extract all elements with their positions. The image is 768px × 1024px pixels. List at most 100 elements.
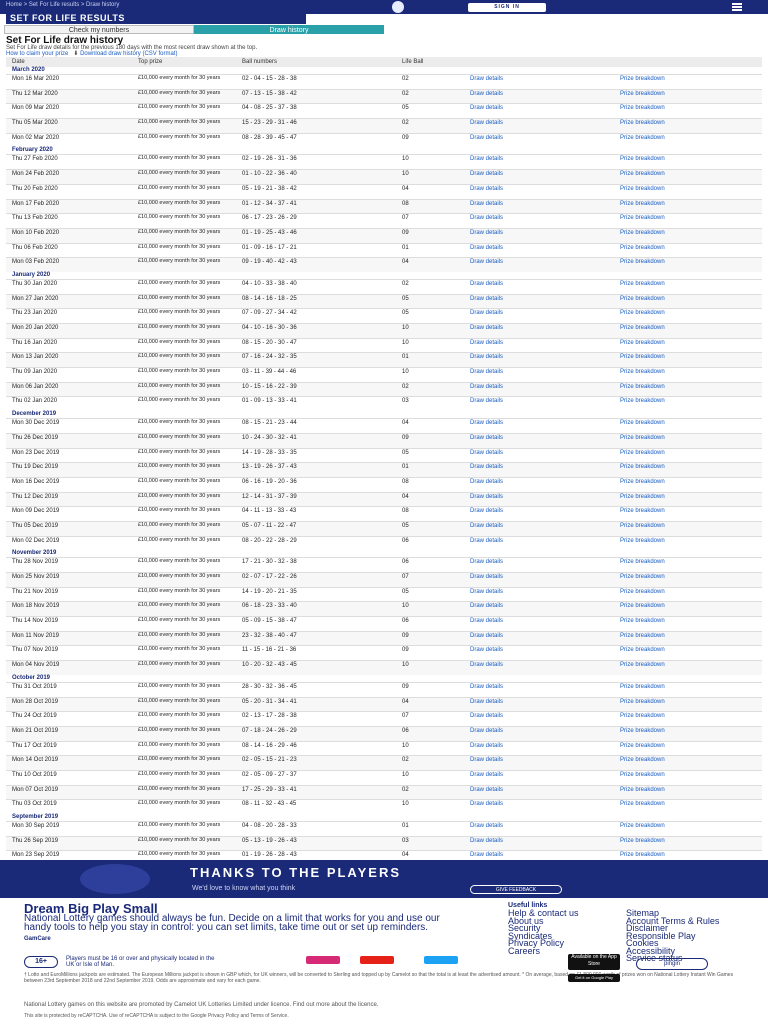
draw-details-link[interactable]: Draw details [464, 229, 614, 243]
instagram-icon[interactable] [306, 956, 340, 964]
prize-breakdown-link[interactable]: Prize breakdown [614, 280, 762, 294]
draw-details-link[interactable]: Draw details [464, 90, 614, 104]
prize-breakdown-link[interactable]: Prize breakdown [614, 537, 762, 551]
prize-breakdown-link[interactable]: Prize breakdown [614, 683, 762, 697]
draw-details-link[interactable]: Draw details [464, 756, 614, 770]
prize-breakdown-link[interactable]: Prize breakdown [614, 822, 762, 836]
draw-details-link[interactable]: Draw details [464, 463, 614, 477]
prize-breakdown-link[interactable]: Prize breakdown [614, 573, 762, 587]
prize-breakdown-link[interactable]: Prize breakdown [614, 339, 762, 353]
draw-details-link[interactable]: Draw details [464, 155, 614, 169]
prize-breakdown-link[interactable]: Prize breakdown [614, 756, 762, 770]
prize-breakdown-link[interactable]: Prize breakdown [614, 200, 762, 214]
draw-details-link[interactable]: Draw details [464, 698, 614, 712]
draw-details-link[interactable]: Draw details [464, 214, 614, 228]
draw-details-link[interactable]: Draw details [464, 602, 614, 616]
draw-details-link[interactable]: Draw details [464, 558, 614, 572]
app-store-badge[interactable]: Available on the App Store [568, 954, 620, 970]
prize-breakdown-link[interactable]: Prize breakdown [614, 295, 762, 309]
draw-details-link[interactable]: Draw details [464, 324, 614, 338]
prize-breakdown-link[interactable]: Prize breakdown [614, 397, 762, 411]
draw-details-link[interactable]: Draw details [464, 661, 614, 675]
tab-draw-history[interactable]: Draw history [194, 25, 384, 34]
draw-details-link[interactable]: Draw details [464, 200, 614, 214]
draw-details-link[interactable]: Draw details [464, 397, 614, 411]
prize-breakdown-link[interactable]: Prize breakdown [614, 434, 762, 448]
draw-details-link[interactable]: Draw details [464, 119, 614, 133]
prize-breakdown-link[interactable]: Prize breakdown [614, 309, 762, 323]
draw-details-link[interactable]: Draw details [464, 646, 614, 660]
prize-breakdown-link[interactable]: Prize breakdown [614, 104, 762, 118]
prize-breakdown-link[interactable]: Prize breakdown [614, 368, 762, 382]
prize-breakdown-link[interactable]: Prize breakdown [614, 493, 762, 507]
draw-details-link[interactable]: Draw details [464, 588, 614, 602]
draw-details-link[interactable]: Draw details [464, 507, 614, 521]
draw-details-link[interactable]: Draw details [464, 800, 614, 814]
prize-breakdown-link[interactable]: Prize breakdown [614, 507, 762, 521]
draw-details-link[interactable]: Draw details [464, 75, 614, 89]
prize-breakdown-link[interactable]: Prize breakdown [614, 185, 762, 199]
prize-breakdown-link[interactable]: Prize breakdown [614, 742, 762, 756]
prize-breakdown-link[interactable]: Prize breakdown [614, 602, 762, 616]
prize-breakdown-link[interactable]: Prize breakdown [614, 229, 762, 243]
draw-details-link[interactable]: Draw details [464, 837, 614, 851]
prize-breakdown-link[interactable]: Prize breakdown [614, 727, 762, 741]
prize-breakdown-link[interactable]: Prize breakdown [614, 558, 762, 572]
prize-breakdown-link[interactable]: Prize breakdown [614, 353, 762, 367]
prize-breakdown-link[interactable]: Prize breakdown [614, 522, 762, 536]
draw-details-link[interactable]: Draw details [464, 822, 614, 836]
sign-in-button[interactable]: SIGN IN [468, 3, 546, 12]
prize-breakdown-link[interactable]: Prize breakdown [614, 478, 762, 492]
draw-details-link[interactable]: Draw details [464, 295, 614, 309]
prize-breakdown-link[interactable]: Prize breakdown [614, 419, 762, 433]
draw-details-link[interactable]: Draw details [464, 449, 614, 463]
prize-breakdown-link[interactable]: Prize breakdown [614, 155, 762, 169]
prize-breakdown-link[interactable]: Prize breakdown [614, 646, 762, 660]
prize-breakdown-link[interactable]: Prize breakdown [614, 258, 762, 272]
breadcrumb[interactable]: Home > Set For Life results > Draw histo… [6, 2, 119, 8]
draw-details-link[interactable]: Draw details [464, 339, 614, 353]
prize-breakdown-link[interactable]: Prize breakdown [614, 800, 762, 814]
prize-breakdown-link[interactable]: Prize breakdown [614, 661, 762, 675]
draw-details-link[interactable]: Draw details [464, 434, 614, 448]
draw-details-link[interactable]: Draw details [464, 617, 614, 631]
draw-details-link[interactable]: Draw details [464, 104, 614, 118]
draw-details-link[interactable]: Draw details [464, 353, 614, 367]
prize-breakdown-link[interactable]: Prize breakdown [614, 712, 762, 726]
draw-details-link[interactable]: Draw details [464, 419, 614, 433]
prize-breakdown-link[interactable]: Prize breakdown [614, 119, 762, 133]
draw-details-link[interactable]: Draw details [464, 258, 614, 272]
prize-breakdown-link[interactable]: Prize breakdown [614, 837, 762, 851]
draw-details-link[interactable]: Draw details [464, 309, 614, 323]
prize-breakdown-link[interactable]: Prize breakdown [614, 698, 762, 712]
draw-details-link[interactable]: Draw details [464, 134, 614, 148]
tab-check-my-numbers[interactable]: Check my numbers [4, 25, 194, 34]
google-play-badge[interactable]: Get it on Google Play [568, 974, 620, 982]
prize-breakdown-link[interactable]: Prize breakdown [614, 324, 762, 338]
draw-details-link[interactable]: Draw details [464, 537, 614, 551]
draw-details-link[interactable]: Draw details [464, 712, 614, 726]
draw-details-link[interactable]: Draw details [464, 244, 614, 258]
draw-details-link[interactable]: Draw details [464, 493, 614, 507]
draw-details-link[interactable]: Draw details [464, 478, 614, 492]
draw-details-link[interactable]: Draw details [464, 185, 614, 199]
prize-breakdown-link[interactable]: Prize breakdown [614, 214, 762, 228]
draw-details-link[interactable]: Draw details [464, 522, 614, 536]
prize-breakdown-link[interactable]: Prize breakdown [614, 134, 762, 148]
menu-icon[interactable] [732, 3, 742, 11]
draw-details-link[interactable]: Draw details [464, 771, 614, 785]
prize-breakdown-link[interactable]: Prize breakdown [614, 588, 762, 602]
draw-details-link[interactable]: Draw details [464, 727, 614, 741]
draw-details-link[interactable]: Draw details [464, 368, 614, 382]
gamcare-logo-icon[interactable]: GamCare [24, 936, 51, 942]
draw-details-link[interactable]: Draw details [464, 742, 614, 756]
give-feedback-button[interactable]: GIVE FEEDBACK [470, 885, 562, 894]
prize-breakdown-link[interactable]: Prize breakdown [614, 632, 762, 646]
draw-details-link[interactable]: Draw details [464, 573, 614, 587]
draw-details-link[interactable]: Draw details [464, 383, 614, 397]
draw-details-link[interactable]: Draw details [464, 683, 614, 697]
prize-breakdown-link[interactable]: Prize breakdown [614, 383, 762, 397]
pingin-badge[interactable]: pingin [636, 958, 708, 970]
draw-details-link[interactable]: Draw details [464, 632, 614, 646]
prize-breakdown-link[interactable]: Prize breakdown [614, 75, 762, 89]
